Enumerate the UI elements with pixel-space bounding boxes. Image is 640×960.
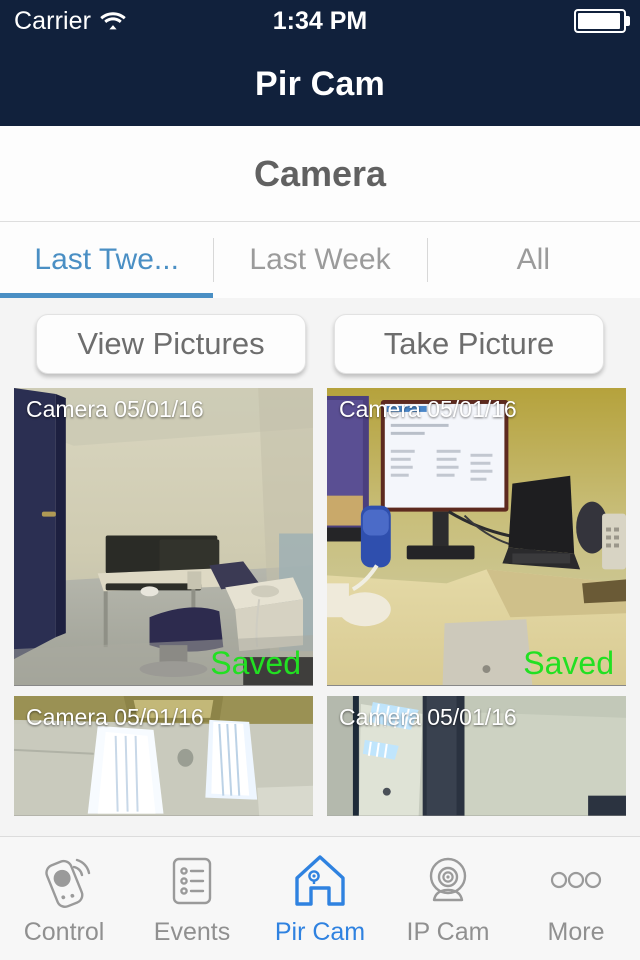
tab-label: All [516,243,550,276]
tab-last-week[interactable]: Last Week [213,222,426,298]
view-pictures-button[interactable]: View Pictures [36,314,306,374]
tab-label: Last Week [249,243,391,276]
office-room-image [14,388,313,685]
tab-label: Pir Cam [274,918,366,946]
status-bar-left: Carrier [0,7,126,36]
picture-thumbnail[interactable]: Camera 05/01/16 [327,696,626,816]
webcam-icon [417,850,479,912]
picture-caption: Camera 05/01/16 [26,396,204,422]
camera-content: View Pictures Take Picture Camera 05/01/… [0,298,640,836]
picture-grid: Camera 05/01/16 Saved Camera 05/01/16 Sa… [0,388,640,816]
picture-status-badge: Saved [210,645,301,681]
battery-icon [574,9,630,33]
section-header: Camera [0,126,640,222]
picture-caption: Camera 05/01/16 [339,704,517,730]
tab-last-twenty-four[interactable]: Last Twe... [0,222,214,298]
take-picture-button[interactable]: Take Picture [334,314,604,374]
tab-all[interactable]: All [426,222,640,298]
tab-label: Control [23,918,105,946]
tab-more[interactable]: More [512,837,640,960]
list-document-icon [161,850,223,912]
tab-control[interactable]: Control [0,837,128,960]
picture-thumbnail[interactable]: Camera 05/01/16 Saved [14,388,313,686]
picture-row: Camera 05/01/16 Camera 05/01/16 [14,696,626,816]
tab-pir-cam[interactable]: Pir Cam [256,837,384,960]
three-dots-icon [545,850,607,912]
tab-ip-cam[interactable]: IP Cam [384,837,512,960]
tab-events[interactable]: Events [128,837,256,960]
filter-tab-bar: Last Twe... Last Week All [0,222,640,298]
tab-label: Last Twe... [34,243,179,276]
wifi-icon [100,11,126,31]
tab-label: IP Cam [406,918,490,946]
status-bar-right [574,9,640,33]
carrier-label: Carrier [14,6,92,35]
bottom-tab-bar: Control Events Pir Cam IP Cam More [0,836,640,960]
picture-row: Camera 05/01/16 Saved Camera 05/01/16 Sa… [14,388,626,686]
section-title: Camera [253,152,387,194]
remote-control-icon [33,850,95,912]
page-title: Pir Cam [255,64,385,103]
navigation-bar: Pir Cam [0,42,640,126]
house-sensor-icon [289,850,351,912]
picture-caption: Camera 05/01/16 [339,396,517,422]
status-bar: Carrier 1:34 PM [0,0,640,42]
desk-closeup-image [327,388,626,685]
tab-label: More [547,918,605,946]
picture-thumbnail[interactable]: Camera 05/01/16 [14,696,313,816]
picture-caption: Camera 05/01/16 [26,704,204,730]
picture-status-badge: Saved [523,645,614,681]
app-screen: Carrier 1:34 PM Pir Cam Camera Last Twe.… [0,0,640,960]
action-buttons-row: View Pictures Take Picture [0,298,640,388]
picture-thumbnail[interactable]: Camera 05/01/16 Saved [327,388,626,686]
tab-label: Events [153,918,231,946]
